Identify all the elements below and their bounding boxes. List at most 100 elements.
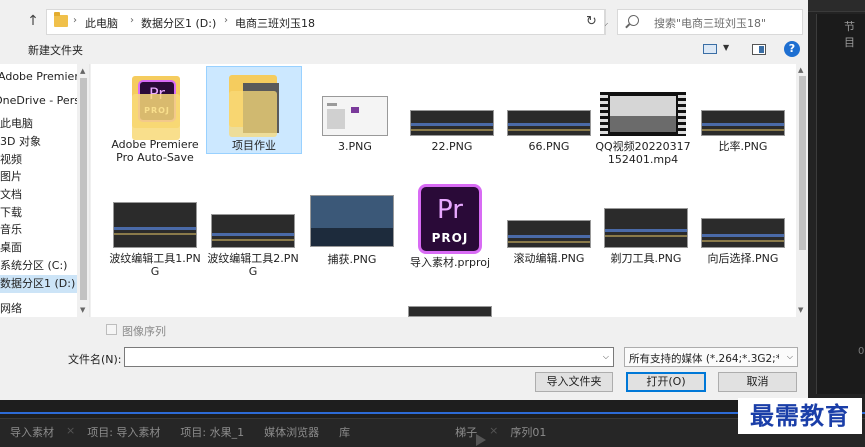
file-name: 剃刀工具.PNG: [610, 252, 682, 265]
folder-front: [229, 91, 277, 137]
new-folder-button[interactable]: 新建文件夹: [28, 42, 83, 58]
image-thumbnail: [604, 208, 688, 248]
file-name: 导入素材.prproj: [409, 256, 491, 269]
file-item[interactable]: 66.PNG: [501, 110, 597, 153]
up-arrow-icon[interactable]: ↑: [25, 13, 41, 29]
folder-front: [132, 94, 180, 140]
address-bar[interactable]: › 此电脑 › 数据分区1 (D:) › 电商三班刘玉18 ⌵: [46, 9, 608, 35]
cancel-button[interactable]: 取消: [718, 372, 797, 392]
search-placeholder: 搜索"电商三班刘玉18": [654, 17, 767, 30]
image-thumbnail: [211, 214, 295, 248]
file-list: Pr PROJ Adobe Premiere Pro Auto-Save 项目作…: [91, 64, 808, 317]
file-name: 捕获.PNG: [327, 253, 377, 266]
chevron-right-icon[interactable]: ›: [130, 15, 134, 26]
tab-sequence[interactable]: 序列01: [500, 424, 556, 440]
tab-ladder[interactable]: 梯子: [360, 424, 487, 440]
tab-close-icon[interactable]: ×: [64, 424, 77, 440]
file-item[interactable]: 比率.PNG: [695, 110, 791, 153]
file-item[interactable]: QQ视频20220317152401.mp4: [595, 92, 691, 166]
tab-import-media[interactable]: 导入素材: [0, 424, 64, 440]
nav-item-adobe-premiere[interactable]: Adobe Premiere: [0, 68, 88, 86]
file-item[interactable]: Pr PROJ Adobe Premiere Pro Auto-Save: [107, 70, 203, 180]
file-item[interactable]: 剃刀工具.PNG: [598, 208, 694, 265]
search-icon: [628, 15, 639, 26]
tab-media-browser[interactable]: 媒体浏览器: [254, 424, 329, 440]
scroll-down-icon[interactable]: ▼: [798, 306, 803, 314]
tab-library[interactable]: 库: [329, 424, 360, 440]
file-name: 波纹编辑工具2.PNG: [207, 252, 299, 278]
file-name: 向后选择.PNG: [707, 252, 779, 265]
image-thumbnail: [322, 96, 388, 136]
chevron-down-icon[interactable]: ⌵: [787, 352, 793, 362]
image-thumbnail: [507, 220, 591, 248]
file-name: 滚动编辑.PNG: [513, 252, 585, 265]
image-thumbnail: [310, 195, 394, 247]
file-name: 66.PNG: [528, 140, 570, 153]
file-name: 波纹编辑工具1.PNG: [109, 252, 201, 278]
scroll-thumb[interactable]: [799, 76, 806, 250]
premiere-right-panel: 节目 00: [808, 0, 865, 447]
play-icon: [476, 434, 486, 446]
file-item[interactable]: 项目作业: [206, 66, 302, 154]
help-icon[interactable]: ?: [784, 41, 800, 57]
dialog-toolbar: 新建文件夹 ▼ ?: [0, 38, 808, 62]
premiere-project-icon: Pr PROJ: [418, 184, 482, 254]
watermark-logo: 最需教育: [738, 398, 862, 434]
program-monitor-panel: [816, 14, 865, 394]
filename-input[interactable]: ⌵: [124, 347, 614, 367]
image-sequence-label: 图像序列: [122, 325, 166, 338]
chevron-down-icon[interactable]: ⌵: [603, 352, 609, 362]
tab-close-icon[interactable]: ×: [487, 424, 500, 440]
scroll-up-icon[interactable]: ▲: [80, 67, 85, 75]
filename-label: 文件名(N):: [68, 353, 122, 366]
file-type-select[interactable]: 所有支持的媒体 (*.264;*.3G2;* ⌵: [624, 347, 798, 367]
chevron-right-icon[interactable]: ›: [73, 15, 77, 26]
image-thumbnail: [701, 110, 785, 136]
refresh-icon[interactable]: ↻: [579, 9, 605, 35]
file-item[interactable]: 22.PNG: [404, 110, 500, 153]
file-item[interactable]: 3.PNG: [307, 96, 403, 153]
navigation-pane: Adobe Premiere OneDrive - Perso 此电脑 3D 对…: [0, 64, 90, 317]
file-scrollbar[interactable]: ▲ ▼: [796, 64, 808, 317]
image-sequence-checkbox[interactable]: [106, 324, 117, 335]
panel-strip: [808, 0, 865, 12]
tab-project-fruit[interactable]: 项目: 水果_1: [170, 424, 254, 440]
file-item[interactable]: 向后选择.PNG: [695, 218, 791, 265]
breadcrumb-folder[interactable]: 电商三班刘玉18: [235, 15, 315, 31]
image-thumbnail: [701, 218, 785, 248]
tab-project-import[interactable]: 项目: 导入素材: [77, 424, 170, 440]
partial-thumbnail[interactable]: [408, 306, 492, 317]
scroll-down-icon[interactable]: ▼: [80, 306, 85, 314]
view-mode-icon[interactable]: [703, 44, 717, 54]
breadcrumb-drive-d[interactable]: 数据分区1 (D:): [141, 15, 216, 31]
nav-item-onedrive[interactable]: OneDrive - Perso: [0, 92, 87, 110]
video-thumbnail: [600, 92, 686, 136]
image-thumbnail: [410, 110, 494, 136]
breadcrumb-this-pc[interactable]: 此电脑: [85, 15, 118, 31]
file-name: 22.PNG: [431, 140, 473, 153]
premiere-panel-tabs: 导入素材 × 项目: 导入素材 项目: 水果_1 媒体浏览器 库 梯子 × 序列…: [0, 424, 556, 440]
file-name: QQ视频20220317152401.mp4: [595, 140, 691, 166]
nav-scrollbar[interactable]: ▲ ▼: [77, 64, 89, 317]
file-item[interactable]: Pr PROJ 导入素材.prproj: [402, 184, 498, 269]
open-button[interactable]: 打开(O): [626, 372, 706, 392]
import-folder-button[interactable]: 导入文件夹: [535, 372, 613, 392]
file-item[interactable]: 滚动编辑.PNG: [501, 220, 597, 265]
scroll-up-icon[interactable]: ▲: [798, 66, 803, 74]
chevron-down-icon[interactable]: ▼: [723, 43, 729, 52]
scroll-thumb[interactable]: [80, 78, 87, 300]
image-thumbnail: [113, 202, 197, 248]
focus-line: [0, 412, 865, 414]
file-item[interactable]: 波纹编辑工具2.PNG: [205, 214, 301, 278]
file-name: Adobe Premiere Pro Auto-Save: [111, 138, 199, 164]
file-type-value: 所有支持的媒体 (*.264;*.3G2;*: [629, 353, 779, 365]
timecode-fragment: 00: [858, 346, 865, 357]
file-item[interactable]: 波纹编辑工具1.PNG: [107, 202, 203, 278]
search-input[interactable]: 搜索"电商三班刘玉18": [617, 9, 803, 35]
folder-icon: [54, 12, 68, 27]
preview-pane-icon[interactable]: [752, 44, 766, 55]
open-file-dialog: ↑ › 此电脑 › 数据分区1 (D:) › 电商三班刘玉18 ⌵ ↻ 搜索"电…: [0, 0, 808, 400]
file-item[interactable]: 捕获.PNG: [304, 195, 400, 266]
chevron-right-icon[interactable]: ›: [224, 15, 228, 26]
address-row: ↑ › 此电脑 › 数据分区1 (D:) › 电商三班刘玉18 ⌵ ↻ 搜索"电…: [0, 6, 808, 36]
